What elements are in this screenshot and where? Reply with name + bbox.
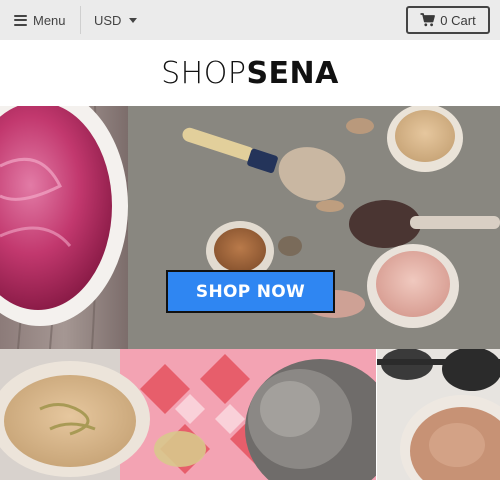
cart-icon (420, 13, 436, 27)
collection-tile-powders[interactable] (0, 349, 376, 480)
top-bar: Menu USD 0 Cart (0, 0, 500, 40)
topbar-divider (80, 6, 81, 34)
hamburger-icon (14, 14, 27, 26)
site-logo[interactable]: SHOPSENA (0, 40, 500, 106)
menu-button[interactable]: Menu (14, 11, 66, 29)
chevron-down-icon (129, 17, 138, 23)
logo-text: SHOPSENA (161, 56, 339, 91)
collection-tile-bronzer[interactable] (377, 349, 500, 480)
shop-now-label: SHOP NOW (195, 281, 306, 302)
menu-label: Menu (33, 12, 66, 28)
collection-photo-powders (0, 349, 376, 480)
currency-selector[interactable]: USD (94, 11, 138, 29)
shop-now-button[interactable]: SHOP NOW (166, 270, 335, 313)
logo-light-part: SHOP (161, 55, 247, 91)
cart-label: 0 Cart (440, 12, 476, 28)
currency-label: USD (94, 12, 122, 28)
logo-bold-part: SENA (246, 55, 339, 91)
cart-button[interactable]: 0 Cart (406, 6, 490, 34)
collection-photo-bronzer (377, 349, 500, 480)
